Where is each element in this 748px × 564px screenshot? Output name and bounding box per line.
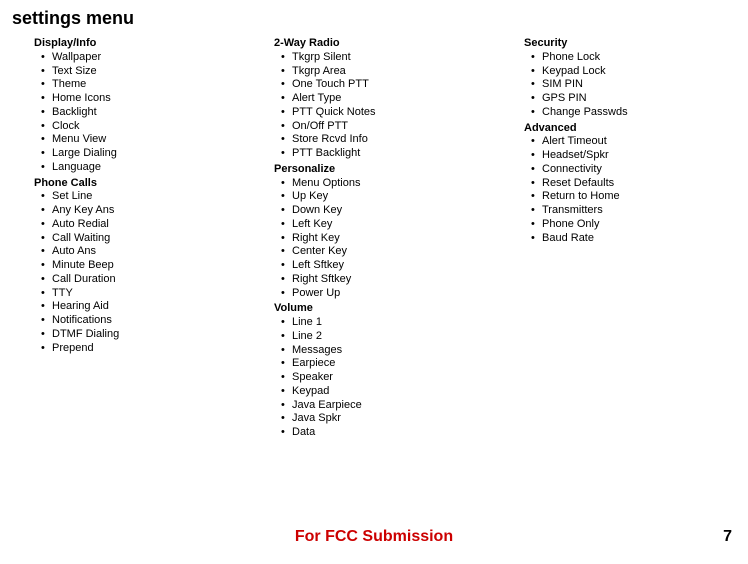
- list-item: Call Waiting: [52, 232, 262, 246]
- section-list: Set LineAny Key AnsAuto RedialCall Waiti…: [34, 190, 262, 355]
- list-item: Tkgrp Area: [292, 65, 512, 79]
- list-item: Right Sftkey: [292, 273, 512, 287]
- list-item: Theme: [52, 78, 262, 92]
- list-item: DTMF Dialing: [52, 328, 262, 342]
- section-heading: Security: [524, 37, 732, 51]
- list-item: GPS PIN: [542, 92, 732, 106]
- footer-text: For FCC Submission: [0, 528, 748, 546]
- list-item: Wallpaper: [52, 51, 262, 65]
- list-item: Backlight: [52, 106, 262, 120]
- list-item: Java Earpiece: [292, 399, 512, 413]
- list-item: One Touch PTT: [292, 78, 512, 92]
- list-item: Down Key: [292, 204, 512, 218]
- list-item: Home Icons: [52, 92, 262, 106]
- section-heading: Personalize: [274, 163, 512, 177]
- list-item: Set Line: [52, 190, 262, 204]
- section-list: Tkgrp SilentTkgrp AreaOne Touch PTTAlert…: [274, 51, 512, 161]
- column-2: 2-Way RadioTkgrp SilentTkgrp AreaOne Tou…: [262, 37, 512, 440]
- list-item: Line 1: [292, 316, 512, 330]
- list-item: Connectivity: [542, 163, 732, 177]
- list-item: Power Up: [292, 287, 512, 301]
- section-list: WallpaperText SizeThemeHome IconsBacklig…: [34, 51, 262, 175]
- column-1: Display/InfoWallpaperText SizeThemeHome …: [12, 37, 262, 440]
- list-item: Data: [292, 426, 512, 440]
- list-item: Baud Rate: [542, 232, 732, 246]
- list-item: Notifications: [52, 314, 262, 328]
- list-item: Up Key: [292, 190, 512, 204]
- page-number: 7: [723, 528, 732, 546]
- section-heading: 2-Way Radio: [274, 37, 512, 51]
- list-item: Messages: [292, 344, 512, 358]
- list-item: Return to Home: [542, 190, 732, 204]
- page-title: settings menu: [12, 8, 736, 29]
- list-item: Call Duration: [52, 273, 262, 287]
- list-item: Hearing Aid: [52, 300, 262, 314]
- list-item: Auto Ans: [52, 245, 262, 259]
- list-item: Keypad Lock: [542, 65, 732, 79]
- list-item: Prepend: [52, 342, 262, 356]
- column-3: SecurityPhone LockKeypad LockSIM PINGPS …: [512, 37, 732, 440]
- list-item: Transmitters: [542, 204, 732, 218]
- section-heading: Phone Calls: [34, 177, 262, 191]
- list-item: Speaker: [292, 371, 512, 385]
- list-item: TTY: [52, 287, 262, 301]
- list-item: Alert Type: [292, 92, 512, 106]
- section-list: Alert TimeoutHeadset/SpkrConnectivityRes…: [524, 135, 732, 245]
- list-item: Java Spkr: [292, 412, 512, 426]
- section-list: Menu OptionsUp KeyDown KeyLeft KeyRight …: [274, 177, 512, 301]
- list-item: SIM PIN: [542, 78, 732, 92]
- list-item: Any Key Ans: [52, 204, 262, 218]
- list-item: Clock: [52, 120, 262, 134]
- section-heading: Volume: [274, 302, 512, 316]
- list-item: Menu Options: [292, 177, 512, 191]
- list-item: Menu View: [52, 133, 262, 147]
- list-item: Headset/Spkr: [542, 149, 732, 163]
- list-item: Left Sftkey: [292, 259, 512, 273]
- list-item: On/Off PTT: [292, 120, 512, 134]
- columns-container: Display/InfoWallpaperText SizeThemeHome …: [12, 37, 736, 440]
- list-item: Phone Only: [542, 218, 732, 232]
- list-item: Right Key: [292, 232, 512, 246]
- list-item: Auto Redial: [52, 218, 262, 232]
- list-item: Store Rcvd Info: [292, 133, 512, 147]
- list-item: Earpiece: [292, 357, 512, 371]
- list-item: Line 2: [292, 330, 512, 344]
- list-item: Keypad: [292, 385, 512, 399]
- list-item: Change Passwds: [542, 106, 732, 120]
- section-list: Line 1Line 2MessagesEarpieceSpeakerKeypa…: [274, 316, 512, 440]
- list-item: PTT Quick Notes: [292, 106, 512, 120]
- list-item: Large Dialing: [52, 147, 262, 161]
- list-item: PTT Backlight: [292, 147, 512, 161]
- section-list: Phone LockKeypad LockSIM PINGPS PINChang…: [524, 51, 732, 120]
- list-item: Tkgrp Silent: [292, 51, 512, 65]
- list-item: Language: [52, 161, 262, 175]
- list-item: Minute Beep: [52, 259, 262, 273]
- section-heading: Display/Info: [34, 37, 262, 51]
- list-item: Left Key: [292, 218, 512, 232]
- list-item: Center Key: [292, 245, 512, 259]
- list-item: Phone Lock: [542, 51, 732, 65]
- section-heading: Advanced: [524, 122, 732, 136]
- list-item: Alert Timeout: [542, 135, 732, 149]
- list-item: Text Size: [52, 65, 262, 79]
- list-item: Reset Defaults: [542, 177, 732, 191]
